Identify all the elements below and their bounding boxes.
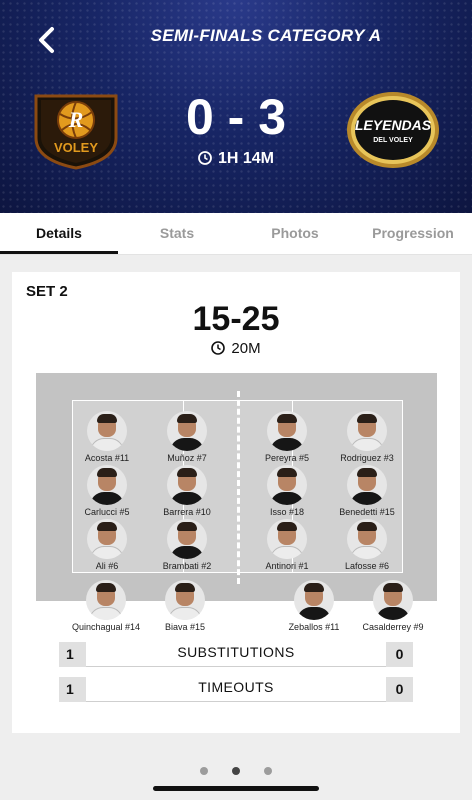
court-player[interactable]: Rodriguez #3 — [327, 411, 407, 463]
set-pager — [0, 762, 472, 780]
timeouts-row: 1 TIMEOUTS 0 — [59, 677, 413, 702]
player-avatar — [267, 519, 307, 559]
player-avatar — [347, 411, 387, 451]
court-player[interactable]: Carlucci #5 — [67, 465, 147, 517]
player-avatar — [373, 580, 413, 620]
away-team-logo[interactable]: LEYENDAS DEL VOLEY — [345, 90, 441, 170]
court-player[interactable]: Brambati #2 — [147, 519, 227, 571]
leyendas-logo-icon: LEYENDAS DEL VOLEY — [347, 92, 439, 168]
tab-stats[interactable]: Stats — [118, 213, 236, 254]
page-title: SEMI-FINALS CATEGORY A — [150, 26, 382, 45]
court-player[interactable]: Barrera #10 — [147, 465, 227, 517]
set-duration-text: 20M — [231, 340, 261, 357]
player-name: Quinchagual #14 — [71, 622, 141, 632]
libero-player[interactable]: Casalderrey #9 — [353, 580, 433, 632]
away-logo-line1: LEYENDAS — [355, 117, 432, 133]
back-button[interactable] — [30, 22, 66, 58]
match-header: SEMI-FINALS CATEGORY A R VOLEY 0 - 3 1H … — [0, 0, 472, 213]
home-logo-letter: R — [68, 107, 84, 132]
timeouts-label: TIMEOUTS — [86, 677, 386, 702]
player-avatar — [347, 519, 387, 559]
player-name: Carlucci #5 — [84, 507, 130, 517]
set-score: 15-25 — [192, 300, 280, 338]
set-duration: 20M — [12, 340, 460, 357]
player-avatar — [165, 580, 205, 620]
match-duration: 1H 14M — [150, 150, 322, 168]
tab-photos[interactable]: Photos — [236, 213, 354, 254]
set-label: SET 2 — [26, 283, 68, 300]
player-avatar — [294, 580, 334, 620]
substitutions-row: 1 SUBSTITUTIONS 0 — [59, 642, 413, 667]
clock-icon — [211, 341, 226, 355]
tab-progression[interactable]: Progression — [354, 213, 472, 254]
court-playing-area: Acosta #11 Muñoz #7 Carlucci #5 Barrera … — [72, 391, 403, 584]
player-avatar — [347, 465, 387, 505]
substitutions-label: SUBSTITUTIONS — [86, 642, 386, 667]
away-timeouts-count: 0 — [386, 677, 413, 702]
player-avatar — [267, 465, 307, 505]
player-name: Biava #15 — [164, 622, 206, 632]
player-avatar — [86, 580, 126, 620]
player-name: Brambati #2 — [162, 561, 212, 571]
player-name: Isso #18 — [269, 507, 305, 517]
player-avatar — [87, 465, 127, 505]
libero-player[interactable]: Zeballos #11 — [274, 580, 354, 632]
match-score: 0 - 3 — [185, 89, 287, 145]
clock-icon — [198, 151, 212, 165]
home-timeouts-count: 1 — [59, 677, 86, 702]
court-player[interactable]: Benedetti #15 — [327, 465, 407, 517]
court-player[interactable]: Pereyra #5 — [247, 411, 327, 463]
libero-player[interactable]: Quinchagual #14 — [66, 580, 146, 632]
player-name: Lafosse #6 — [344, 561, 390, 571]
away-substitutions-count: 0 — [386, 642, 413, 667]
set-card: SET 2 15-25 20M Acosta #11 Muñoz #7 Carl… — [12, 272, 460, 733]
home-indicator[interactable] — [153, 786, 319, 791]
player-name: Zeballos #11 — [288, 622, 340, 632]
player-avatar — [87, 411, 127, 451]
pager-dot[interactable] — [264, 767, 273, 775]
player-name: Casalderrey #9 — [362, 622, 424, 632]
volleyball-court: Acosta #11 Muñoz #7 Carlucci #5 Barrera … — [36, 373, 437, 601]
player-name: Benedetti #15 — [339, 507, 395, 517]
court-player[interactable]: Antinori #1 — [247, 519, 327, 571]
player-name: Pereyra #5 — [264, 453, 310, 463]
player-avatar — [167, 465, 207, 505]
player-avatar — [87, 519, 127, 559]
court-player[interactable]: Ali #6 — [67, 519, 147, 571]
player-name: Antinori #1 — [265, 561, 309, 571]
pager-dot[interactable] — [199, 767, 208, 775]
player-avatar — [267, 411, 307, 451]
court-player[interactable]: Lafosse #6 — [327, 519, 407, 571]
player-name: Muñoz #7 — [167, 453, 207, 463]
player-name: Rodriguez #3 — [340, 453, 394, 463]
away-logo-line2: DEL VOLEY — [373, 137, 413, 144]
player-name: Ali #6 — [95, 561, 119, 571]
player-name: Barrera #10 — [163, 507, 211, 517]
tab-details[interactable]: Details — [0, 213, 118, 254]
home-substitutions-count: 1 — [59, 642, 86, 667]
court-player[interactable]: Acosta #11 — [67, 411, 147, 463]
player-name: Acosta #11 — [84, 453, 130, 463]
court-player[interactable]: Muñoz #7 — [147, 411, 227, 463]
court-net — [237, 391, 240, 584]
volley-shield-logo-icon: R VOLEY — [34, 94, 118, 170]
home-team-logo[interactable]: R VOLEY — [30, 90, 122, 170]
tab-bar: Details Stats Photos Progression — [0, 213, 472, 255]
court-player[interactable]: Isso #18 — [247, 465, 327, 517]
player-avatar — [167, 519, 207, 559]
home-team-name: VOLEY — [54, 140, 98, 155]
chevron-left-icon — [39, 27, 54, 53]
match-duration-text: 1H 14M — [217, 150, 275, 167]
libero-player[interactable]: Biava #15 — [145, 580, 225, 632]
pager-dot-active[interactable] — [232, 767, 240, 775]
player-avatar — [167, 411, 207, 451]
